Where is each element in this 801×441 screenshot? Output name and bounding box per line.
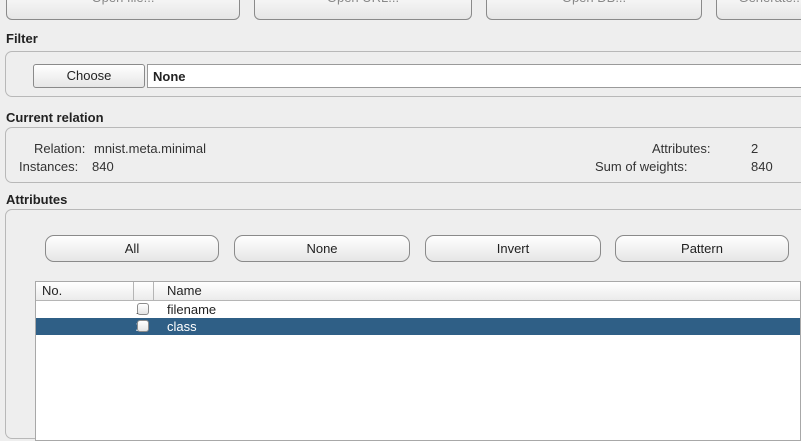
current-relation-panel: Relation: mnist.meta.minimal Instances: … xyxy=(5,127,801,183)
attribute-name: class xyxy=(167,319,197,334)
header-divider xyxy=(153,282,154,300)
table-header: No. Name xyxy=(36,282,800,301)
instances-label: Instances: xyxy=(19,159,79,174)
attribute-name: filename xyxy=(167,302,217,317)
relation-value: mnist.meta.minimal xyxy=(94,141,206,156)
pattern-button[interactable]: Pattern xyxy=(615,235,789,262)
attributes-count-value: 2 xyxy=(751,141,759,156)
open-db-button[interactable]: Open DB... xyxy=(486,0,702,20)
invert-selection-button[interactable]: Invert xyxy=(425,235,601,262)
attributes-table: No. Name 1 filename 2 class xyxy=(35,281,801,441)
instances-value: 840 xyxy=(92,159,114,174)
sum-of-weights-value: 840 xyxy=(751,159,773,174)
select-none-button[interactable]: None xyxy=(234,235,410,262)
attribute-checkbox[interactable] xyxy=(137,320,149,332)
open-url-button[interactable]: Open URL... xyxy=(254,0,472,20)
open-file-button[interactable]: Open file... xyxy=(6,0,240,20)
relation-label: Relation: xyxy=(34,141,86,156)
filter-value-field[interactable]: None xyxy=(147,64,801,88)
sum-of-weights-label: Sum of weights: xyxy=(595,159,688,174)
attributes-title: Attributes xyxy=(6,192,68,207)
column-header-name[interactable]: Name xyxy=(167,283,202,298)
header-divider xyxy=(133,282,134,300)
generate-button[interactable]: Generate... xyxy=(716,0,801,20)
select-all-button[interactable]: All xyxy=(45,235,219,262)
table-row[interactable]: 1 filename xyxy=(36,301,800,318)
column-header-no[interactable]: No. xyxy=(42,283,62,298)
filter-title: Filter xyxy=(6,31,38,46)
attributes-count-label: Attributes: xyxy=(652,141,711,156)
choose-filter-button[interactable]: Choose xyxy=(33,64,145,88)
filter-panel: Choose None xyxy=(5,51,801,97)
current-relation-title: Current relation xyxy=(6,110,104,125)
attributes-panel: All None Invert Pattern No. Name 1 filen… xyxy=(5,209,801,441)
attribute-checkbox[interactable] xyxy=(137,303,149,315)
table-row[interactable]: 2 class xyxy=(36,318,800,335)
